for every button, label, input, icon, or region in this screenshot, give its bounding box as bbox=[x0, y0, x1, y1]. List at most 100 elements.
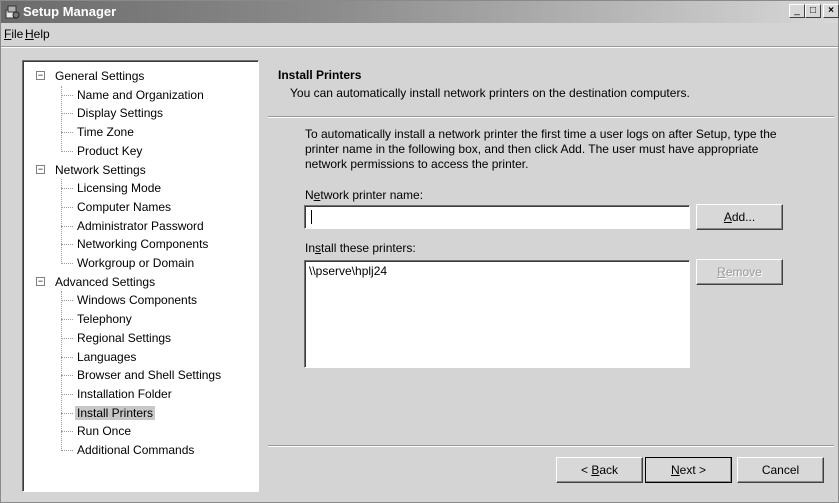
tree-item[interactable]: Administrator Password bbox=[75, 217, 206, 235]
tree-item[interactable]: Networking Components bbox=[75, 235, 210, 253]
tree-connector bbox=[61, 244, 73, 246]
tree-item-label: Additional Commands bbox=[77, 443, 195, 457]
remove-button[interactable]: Remove bbox=[696, 259, 783, 285]
tree-connector bbox=[61, 85, 62, 153]
printer-label-pre: N bbox=[305, 188, 314, 202]
tree-connector bbox=[61, 393, 73, 395]
tree-item[interactable]: Workgroup or Domain bbox=[75, 254, 196, 272]
tree-connector bbox=[61, 412, 73, 414]
collapse-icon[interactable]: − bbox=[36, 276, 45, 286]
list-item[interactable]: \\pserve\hplj24 bbox=[309, 264, 387, 278]
tree-group-label: General Settings bbox=[55, 69, 145, 83]
text-caret bbox=[311, 210, 312, 224]
tree-connector bbox=[61, 188, 73, 190]
tree-connector bbox=[61, 225, 73, 227]
tree-connector bbox=[61, 206, 73, 208]
tree-item[interactable]: Name and Organization bbox=[75, 86, 206, 104]
tree-item[interactable]: Run Once bbox=[75, 422, 133, 440]
tree-item-label: Name and Organization bbox=[77, 87, 204, 102]
next-button[interactable]: Next > bbox=[645, 457, 732, 483]
tree-item-label: Telephony bbox=[77, 312, 132, 327]
remove-button-accel: R bbox=[717, 265, 726, 279]
next-button-label: ext > bbox=[679, 463, 707, 477]
tree-item[interactable]: Time Zone bbox=[75, 123, 136, 141]
add-button-accel: A bbox=[723, 210, 732, 224]
setup-manager-window: Setup Manager _ □ × File Help General Se… bbox=[0, 0, 839, 503]
menu-file[interactable]: File bbox=[4, 27, 23, 41]
tree-item-label: Display Settings bbox=[77, 106, 164, 121]
remove-button-label: emove bbox=[725, 265, 762, 279]
tree-item-label: Workgroup or Domain bbox=[77, 256, 195, 270]
close-button[interactable]: × bbox=[823, 4, 839, 18]
tree-item[interactable]: Browser and Shell Settings bbox=[75, 366, 223, 384]
tree-group[interactable]: General Settings bbox=[53, 67, 146, 85]
menu-help[interactable]: Help bbox=[25, 27, 50, 41]
tree-item[interactable]: Windows Components bbox=[75, 291, 199, 309]
tree-connector bbox=[61, 263, 73, 264]
menu-separator bbox=[1, 46, 838, 48]
back-button-label: ack bbox=[599, 463, 619, 477]
header-separator bbox=[268, 116, 834, 118]
tree-connector bbox=[61, 375, 73, 377]
tree-connector bbox=[61, 113, 73, 115]
tree-item[interactable]: Additional Commands bbox=[75, 441, 196, 459]
tree-item-label: Regional Settings bbox=[77, 330, 172, 345]
title-bar[interactable]: Setup Manager _ □ × bbox=[1, 1, 839, 23]
add-button-label: dd... bbox=[731, 210, 756, 224]
footer-separator bbox=[268, 445, 834, 447]
tree-item[interactable]: Display Settings bbox=[75, 104, 165, 122]
install-printers-label: Install these printers: bbox=[305, 241, 416, 255]
tree-item[interactable]: Telephony bbox=[75, 310, 134, 328]
add-button[interactable]: Add... bbox=[696, 204, 783, 230]
menu-help-label: elp bbox=[33, 27, 50, 41]
cancel-button[interactable]: Cancel bbox=[737, 457, 824, 483]
tree-item-label: Install Printers bbox=[75, 405, 156, 420]
tree-connector bbox=[61, 132, 73, 134]
tree-item[interactable]: Regional Settings bbox=[75, 329, 173, 347]
tree-connector bbox=[61, 450, 73, 451]
tree-item[interactable]: Licensing Mode bbox=[75, 179, 163, 197]
install-label-pre: In bbox=[305, 241, 316, 255]
settings-tree[interactable]: General Settings − Name and Organization Di… bbox=[22, 60, 259, 492]
tree-group-label: Advanced Settings bbox=[55, 274, 156, 289]
tree-connector bbox=[61, 431, 73, 433]
setup-manager-icon bbox=[5, 5, 20, 19]
menu-help-accel: H bbox=[25, 27, 34, 41]
tree-item-label: Networking Components bbox=[77, 237, 209, 252]
tree-item-label: Time Zone bbox=[77, 125, 134, 140]
tree-group[interactable]: Network Settings bbox=[53, 161, 148, 179]
tree-item[interactable]: Install Printers bbox=[75, 404, 156, 422]
tree-item-label: Run Once bbox=[77, 424, 132, 439]
tree-connector bbox=[61, 337, 73, 339]
menu-bar: File Help bbox=[1, 24, 838, 44]
tree-connector bbox=[61, 356, 73, 358]
tree-item-label: Computer Names bbox=[77, 199, 172, 214]
tree-item[interactable]: Languages bbox=[75, 348, 138, 366]
window-title: Setup Manager bbox=[23, 4, 117, 19]
tree-connector bbox=[61, 291, 62, 452]
network-printer-name-label: Network printer name: bbox=[305, 188, 423, 202]
maximize-button[interactable]: □ bbox=[805, 4, 821, 18]
tree-connector bbox=[61, 179, 62, 265]
tree-connector bbox=[61, 150, 73, 152]
tree-item-label: Browser and Shell Settings bbox=[77, 368, 222, 383]
network-printer-name-input[interactable] bbox=[304, 205, 690, 229]
tree-connector bbox=[61, 319, 73, 321]
tree-item-label: Installation Folder bbox=[77, 386, 172, 401]
tree-item[interactable]: Installation Folder bbox=[75, 385, 174, 403]
tree-item[interactable]: Product Key bbox=[75, 142, 144, 160]
collapse-icon[interactable]: − bbox=[36, 71, 45, 80]
back-button-pre: < bbox=[580, 463, 592, 477]
tree-group-label: Network Settings bbox=[55, 162, 146, 177]
printer-label-post: twork printer name: bbox=[320, 188, 424, 202]
install-label-post: tall these printers: bbox=[321, 241, 416, 255]
page-subtitle: You can automatically install network pr… bbox=[290, 86, 690, 100]
minimize-button[interactable]: _ bbox=[789, 4, 805, 18]
installed-printers-list[interactable]: \\pserve\hplj24 bbox=[304, 260, 690, 368]
tree-item[interactable]: Computer Names bbox=[75, 198, 173, 216]
collapse-icon[interactable]: − bbox=[36, 164, 45, 174]
back-button[interactable]: < Back bbox=[556, 457, 643, 483]
tree-item-label: Product Key bbox=[77, 143, 143, 158]
tree-group[interactable]: Advanced Settings bbox=[53, 273, 157, 291]
page-title: Install Printers bbox=[278, 68, 362, 82]
